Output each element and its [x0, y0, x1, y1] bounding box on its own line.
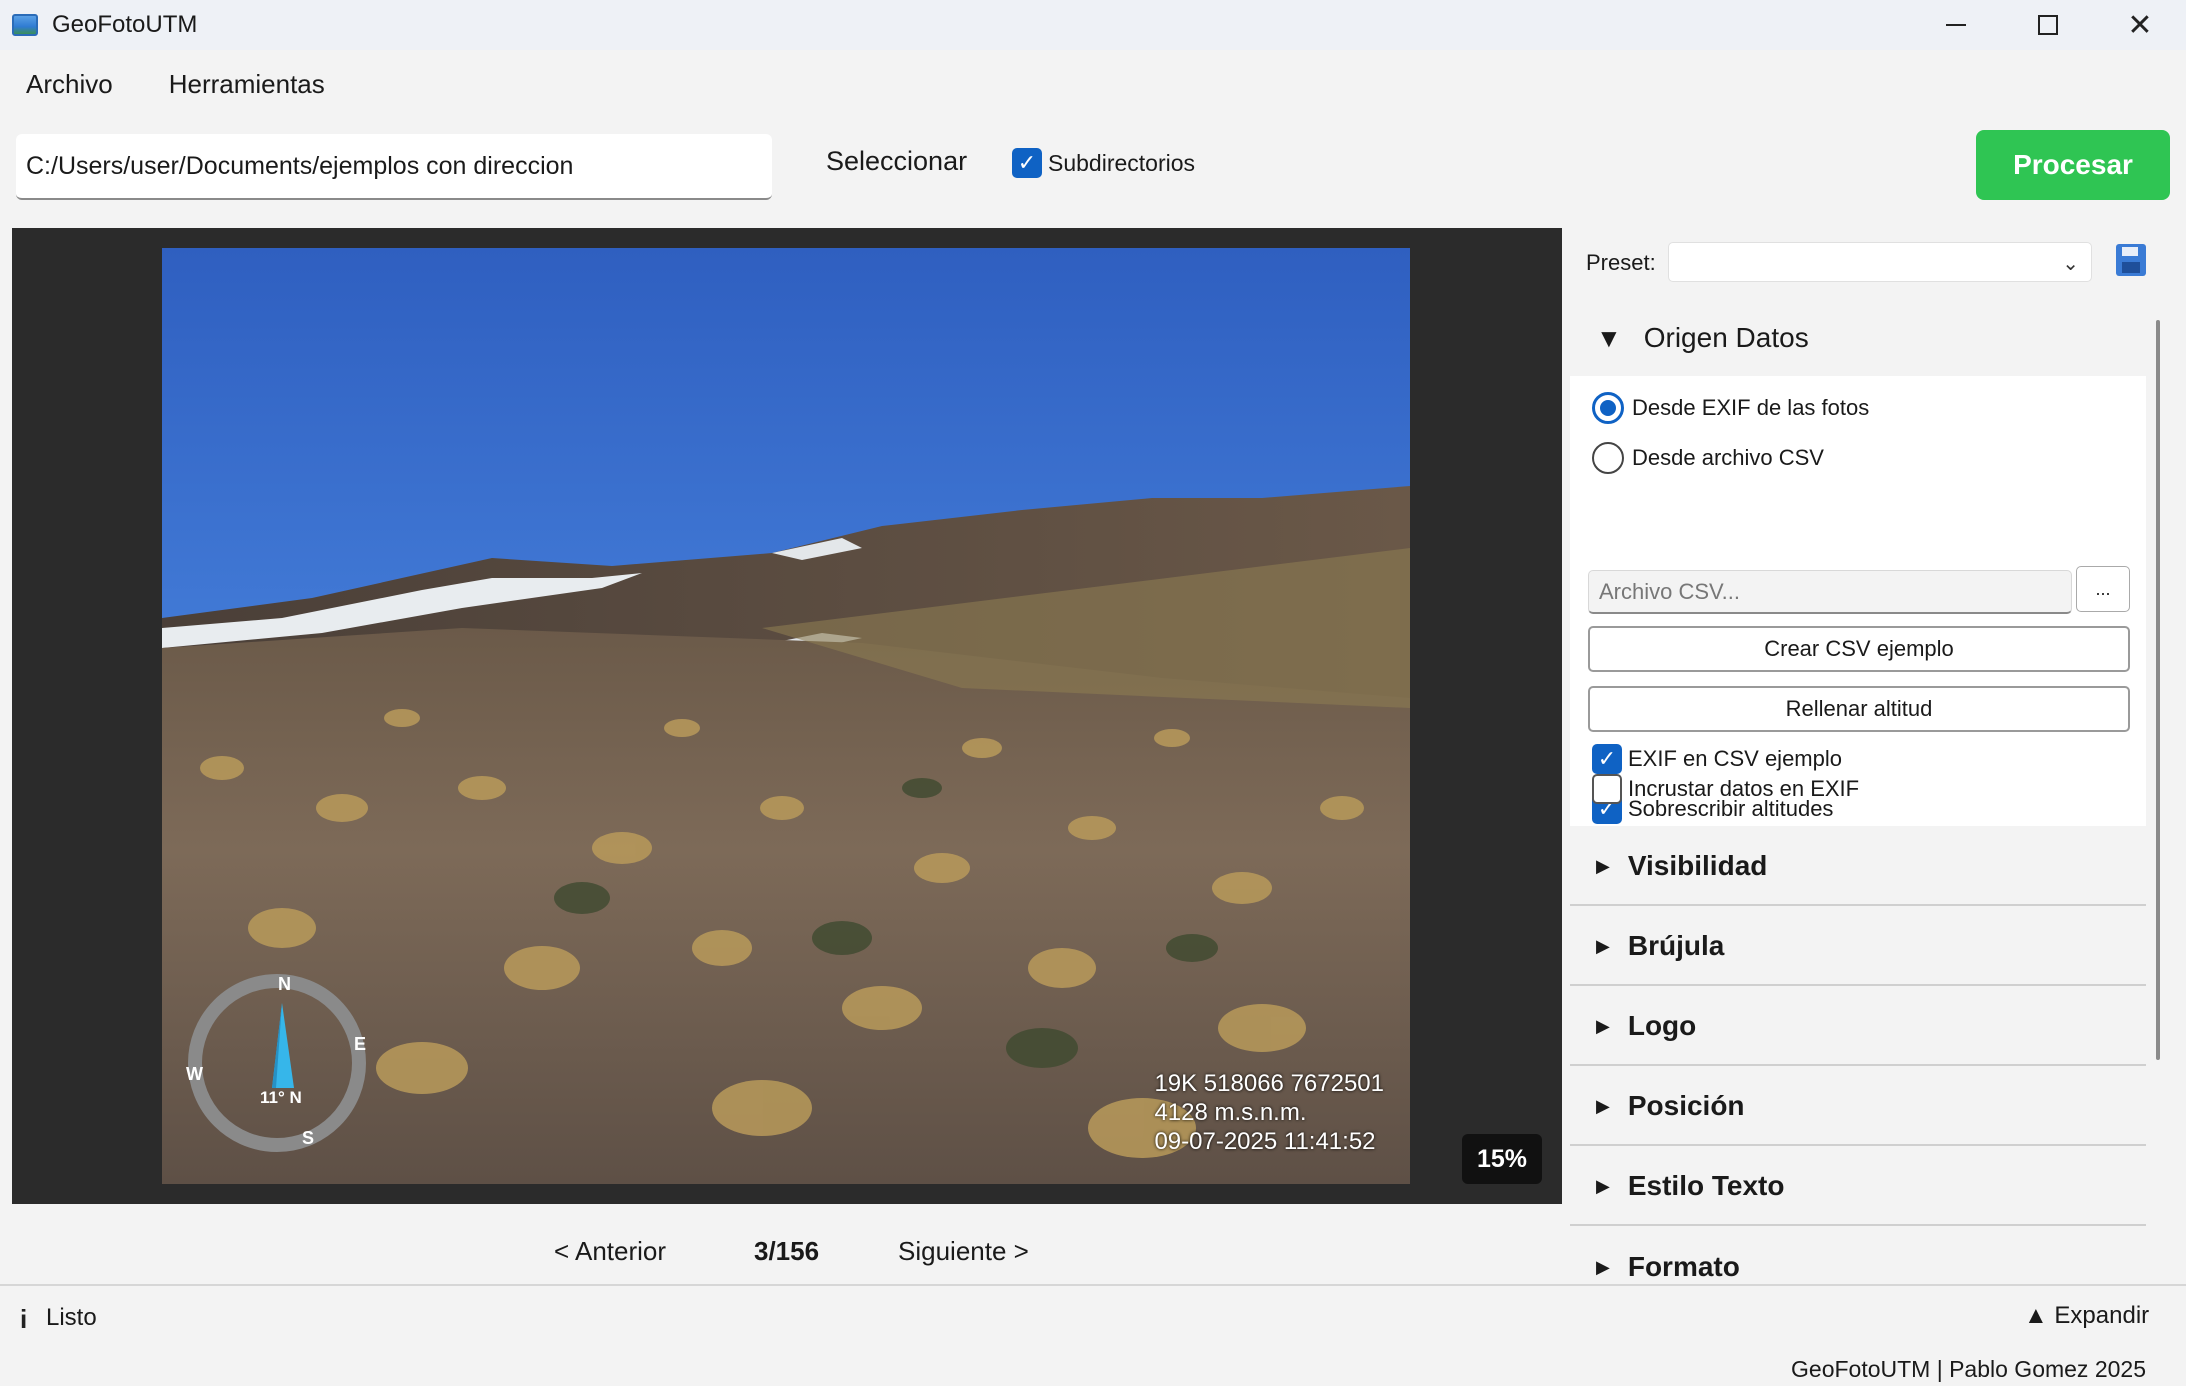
- section-origen-datos[interactable]: ▼ Origen Datos: [1570, 300, 2146, 378]
- exif-csv-label: EXIF en CSV ejemplo: [1628, 746, 1842, 771]
- save-preset-icon[interactable]: [2116, 244, 2146, 276]
- app-icon: [12, 14, 38, 36]
- triangle-right-icon: ▶: [1596, 1256, 1610, 1277]
- status-text: Listo: [46, 1304, 97, 1331]
- close-icon: ✕: [2127, 8, 2153, 42]
- panel-scrollbar[interactable]: [2156, 320, 2160, 1060]
- compass-s-label: S: [302, 1128, 315, 1148]
- create-csv-button[interactable]: Crear CSV ejemplo: [1588, 626, 2130, 672]
- radio-exif-label: Desde EXIF de las fotos: [1632, 395, 1870, 420]
- section-logo[interactable]: ▶ Logo: [1570, 988, 2146, 1066]
- overlay-utm: 19K 518066 7672501: [1154, 1070, 1384, 1097]
- section-estilo-texto[interactable]: ▶ Estilo Texto: [1570, 1148, 2146, 1226]
- overlay-altitude: 4128 m.s.n.m.: [1154, 1099, 1307, 1126]
- settings-panel: ▼ Origen Datos Desde EXIF de las fotos D…: [1570, 300, 2150, 1285]
- section-visibilidad[interactable]: ▶ Visibilidad: [1570, 828, 2146, 906]
- csv-file-input[interactable]: Archivo CSV...: [1588, 570, 2072, 614]
- preset-select[interactable]: ⌄: [1668, 242, 2092, 282]
- triangle-right-icon: ▶: [1596, 935, 1610, 956]
- section-brujula[interactable]: ▶ Brújula: [1570, 908, 2146, 986]
- title-bar: GeoFotoUTM ✕: [0, 0, 2186, 50]
- next-button[interactable]: Siguiente >: [898, 1236, 1029, 1267]
- fill-altitude-button[interactable]: Rellenar altitud: [1588, 686, 2130, 732]
- close-button[interactable]: ✕: [2094, 0, 2186, 50]
- zoom-badge: 15%: [1462, 1134, 1542, 1184]
- section-title: Posición: [1627, 1090, 1745, 1121]
- checkbox-checked-icon: ✓: [1592, 744, 1622, 774]
- menu-bar: Archivo Herramientas: [0, 56, 355, 112]
- photo: N E S W 11° N 19K 518066 7672501 4128 m.…: [162, 248, 1410, 1184]
- origen-datos-body: Desde EXIF de las fotos Desde archivo CS…: [1570, 376, 2146, 826]
- menu-archivo[interactable]: Archivo: [26, 69, 113, 100]
- maximize-button[interactable]: [2002, 0, 2094, 50]
- compass-bearing: 11° N: [260, 1088, 302, 1107]
- process-button[interactable]: Procesar: [1976, 130, 2170, 200]
- compass-overlay: N E S W 11° N: [182, 968, 372, 1158]
- window-controls: ✕: [1910, 0, 2186, 50]
- triangle-right-icon: ▶: [1596, 1095, 1610, 1116]
- checkbox-checked-icon: ✓: [1012, 148, 1042, 178]
- coordinates-overlay: 19K 518066 7672501 4128 m.s.n.m. 09-07-2…: [1154, 1069, 1384, 1156]
- radio-unselected-icon: [1592, 442, 1624, 474]
- browse-csv-button[interactable]: ...: [2076, 566, 2130, 612]
- folder-path-input[interactable]: C:/Users/user/Documents/ejemplos con dir…: [16, 134, 772, 200]
- menu-herramientas[interactable]: Herramientas: [169, 69, 325, 100]
- subdirectories-label: Subdirectorios: [1048, 149, 1196, 176]
- status-divider: [0, 1284, 2186, 1286]
- image-preview: N E S W 11° N 19K 518066 7672501 4128 m.…: [12, 228, 1562, 1204]
- section-formato[interactable]: ▶ Formato: [1570, 1228, 2146, 1285]
- section-title: Visibilidad: [1627, 850, 1768, 881]
- compass-e-label: E: [354, 1034, 367, 1054]
- expand-button[interactable]: ▲ Expandir: [2024, 1302, 2149, 1330]
- compass-n-label: N: [278, 974, 291, 994]
- checkbox-unchecked-icon: [1592, 774, 1622, 804]
- overlay-datetime: 09-07-2025 11:41:52: [1154, 1128, 1376, 1155]
- triangle-down-icon: ▼: [1596, 322, 1622, 353]
- info-icon: i: [20, 1304, 28, 1334]
- preset-label: Preset:: [1586, 250, 1656, 275]
- compass-w-label: W: [186, 1064, 203, 1084]
- minimize-icon: [1946, 24, 1966, 26]
- radio-csv[interactable]: Desde archivo CSV: [1592, 442, 1824, 474]
- minimize-button[interactable]: [1910, 0, 2002, 50]
- subdirectories-checkbox[interactable]: ✓ Subdirectorios: [1012, 148, 1195, 178]
- window-title: GeoFotoUTM: [52, 11, 198, 38]
- section-title: Formato: [1627, 1251, 1740, 1282]
- chevron-down-icon: ⌄: [2062, 253, 2079, 275]
- section-title-origen: Origen Datos: [1643, 322, 1809, 353]
- radio-exif[interactable]: Desde EXIF de las fotos: [1592, 392, 1869, 424]
- exif-csv-checkbox[interactable]: ✓ EXIF en CSV ejemplo: [1592, 744, 1842, 774]
- radio-selected-icon: [1592, 392, 1624, 424]
- section-title: Logo: [1627, 1010, 1697, 1041]
- section-title: Estilo Texto: [1627, 1170, 1785, 1201]
- triangle-right-icon: ▶: [1596, 1175, 1610, 1196]
- image-counter: 3/156: [754, 1236, 820, 1266]
- embed-exif-checkbox[interactable]: Incrustar datos en EXIF: [1592, 774, 1859, 804]
- section-title: Brújula: [1627, 930, 1725, 961]
- section-posicion[interactable]: ▶ Posición: [1570, 1068, 2146, 1146]
- radio-csv-label: Desde archivo CSV: [1632, 445, 1824, 470]
- previous-button[interactable]: < Anterior: [554, 1236, 666, 1267]
- maximize-icon: [2038, 15, 2058, 35]
- select-folder-button[interactable]: Seleccionar: [826, 146, 967, 177]
- embed-exif-label: Incrustar datos en EXIF: [1628, 776, 1860, 801]
- triangle-right-icon: ▶: [1596, 1015, 1610, 1036]
- footer-credits: GeoFotoUTM | Pablo Gomez 2025: [1791, 1356, 2146, 1382]
- triangle-right-icon: ▶: [1596, 855, 1610, 876]
